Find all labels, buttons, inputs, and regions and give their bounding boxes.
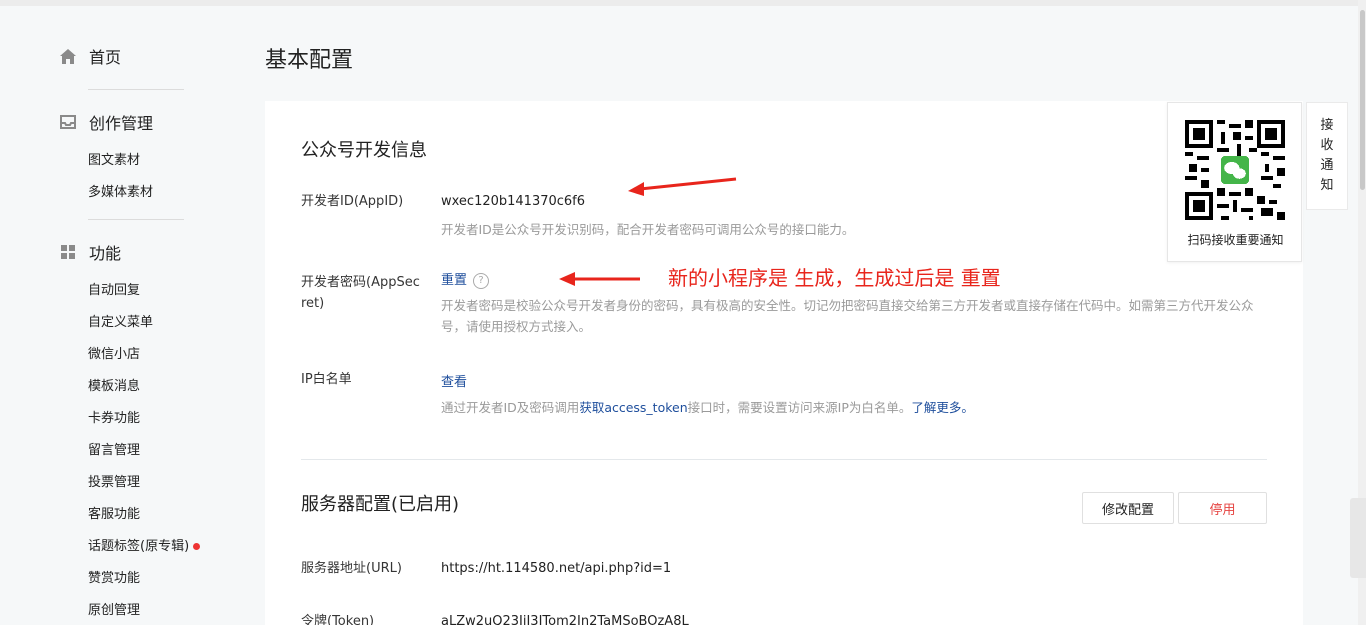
grid-icon xyxy=(58,243,78,261)
sidebar-item-customer-service[interactable]: 客服功能 xyxy=(88,503,140,522)
sidebar-item-image-text[interactable]: 图文素材 xyxy=(88,149,140,168)
qr-code-icon xyxy=(1185,120,1285,220)
sidebar-item-multimedia[interactable]: 多媒体素材 xyxy=(88,181,153,200)
server-url-label: 服务器地址(URL) xyxy=(301,561,402,576)
appsecret-description: 开发者密码是校验公众号开发者身份的密码，具有极高的安全性。切记勿把密码直接交给第… xyxy=(441,295,1281,337)
qr-notify-panel: 扫码接收重要通知 xyxy=(1167,102,1302,262)
page-title: 基本配置 xyxy=(265,48,354,73)
server-config-title: 服务器配置(已启用) xyxy=(301,494,460,515)
appid-description: 开发者ID是公众号开发识别码，配合开发者密码可调用公众号的接口能力。 xyxy=(441,222,855,237)
home-icon xyxy=(58,47,78,65)
config-card: 公众号开发信息 开发者ID(AppID) wxec120b141370c6f6 … xyxy=(265,101,1303,625)
sidebar-creation-title: 创作管理 xyxy=(89,114,154,133)
sidebar-item-rewards[interactable]: 赞赏功能 xyxy=(88,567,140,586)
sidebar-home-label: 首页 xyxy=(89,48,122,67)
modify-config-button[interactable]: 修改配置 xyxy=(1082,492,1174,524)
notify-tab-char: 通 xyxy=(1320,158,1334,173)
scrollbar-thumb[interactable] xyxy=(1360,10,1365,190)
server-url-value: https://ht.114580.net/api.php?id=1 xyxy=(441,561,672,576)
appsecret-actions: 重置? xyxy=(441,269,490,289)
sidebar-item-coupons[interactable]: 卡券功能 xyxy=(88,407,140,426)
learn-more-link[interactable]: 了解更多。 xyxy=(911,400,974,415)
annotation-text: 新的小程序是 生成，生成过后是 重置 xyxy=(668,266,1001,290)
sidebar-item-template-message[interactable]: 模板消息 xyxy=(88,375,140,394)
ip-whitelist-description: 通过开发者ID及密码调用获取access_token接口时，需要设置访问来源IP… xyxy=(441,397,974,418)
token-value: aLZw2uQ23IjI3ITom2In2TaMSoBOzA8L xyxy=(441,614,689,625)
sidebar-section-features[interactable]: 功能 xyxy=(58,240,121,264)
notify-tab-char: 知 xyxy=(1320,178,1334,193)
sidebar-item-topic-tags[interactable]: 话题标签(原专辑) xyxy=(88,535,201,554)
sidebar-item-voting[interactable]: 投票管理 xyxy=(88,471,140,490)
sidebar-item-topic-tags-label: 话题标签(原专辑) xyxy=(88,539,190,554)
disable-button[interactable]: 停用 xyxy=(1178,492,1267,524)
appsecret-desc-line1: 开发者密码是校验公众号开发者身份的密码，具有极高的安全性。切记勿把密码直接交给第… xyxy=(441,298,1254,313)
dev-info-title: 公众号开发信息 xyxy=(301,140,427,161)
appid-label: 开发者ID(AppID) xyxy=(301,194,404,209)
sidebar-item-home[interactable]: 首页 xyxy=(58,44,121,68)
section-divider xyxy=(301,459,1267,460)
notify-tab-char: 接 xyxy=(1320,118,1334,133)
help-icon[interactable]: ? xyxy=(473,272,490,289)
side-floating-tab[interactable] xyxy=(1350,498,1366,578)
appsecret-label-line2: ret) xyxy=(301,296,325,311)
qr-caption: 扫码接收重要通知 xyxy=(1187,233,1284,247)
sidebar-item-auto-reply[interactable]: 自动回复 xyxy=(88,279,140,298)
sidebar-item-custom-menu[interactable]: 自定义菜单 xyxy=(88,311,153,330)
sidebar-item-comments[interactable]: 留言管理 xyxy=(88,439,140,458)
appid-value: wxec120b141370c6f6 xyxy=(441,194,586,209)
appsecret-label-line1: 开发者密码(AppSec xyxy=(301,275,420,290)
view-ip-whitelist-link[interactable]: 查看 xyxy=(441,371,467,390)
reset-secret-link[interactable]: 重置 xyxy=(441,273,467,288)
appsecret-label: 开发者密码(AppSec ret) xyxy=(301,272,420,314)
sidebar-features-title: 功能 xyxy=(89,244,122,263)
sidebar-divider xyxy=(88,89,184,90)
new-dot-badge xyxy=(193,543,201,550)
sidebar-item-wechat-store[interactable]: 微信小店 xyxy=(88,343,140,362)
appsecret-desc-line2: 号，请使用授权方式接入。 xyxy=(441,319,592,334)
annotation-arrow-secret xyxy=(559,272,640,286)
sidebar-divider xyxy=(88,219,184,220)
notify-tab-char: 收 xyxy=(1320,138,1334,153)
access-token-link[interactable]: 获取access_token xyxy=(579,400,687,415)
inbox-icon xyxy=(58,113,78,131)
sidebar-item-original[interactable]: 原创管理 xyxy=(88,599,140,618)
token-label: 令牌(Token) xyxy=(301,614,375,625)
ip-desc-text-mid: 接口时，需要设置访问来源IP为白名单。 xyxy=(687,400,912,415)
ip-desc-text: 通过开发者ID及密码调用 xyxy=(441,400,580,415)
ip-whitelist-label: IP白名单 xyxy=(301,372,352,387)
sidebar-section-creation[interactable]: 创作管理 xyxy=(58,110,153,134)
annotation-arrow-appid xyxy=(628,177,737,196)
receive-notification-tab[interactable]: 接 收 通 知 xyxy=(1306,102,1348,210)
